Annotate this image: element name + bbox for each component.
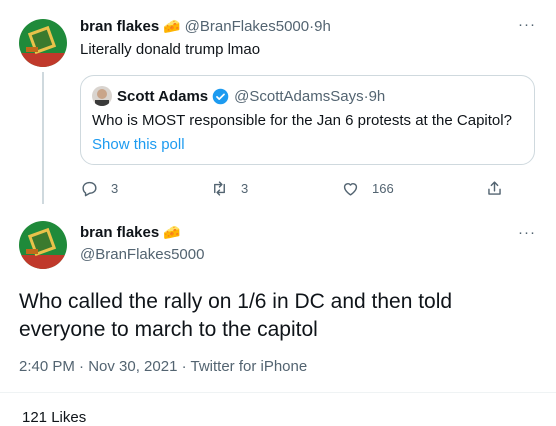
quote-avatar-image: [92, 86, 112, 106]
thread-line: [42, 72, 44, 204]
more-options-icon[interactable]: ···: [518, 16, 536, 33]
author-handle[interactable]: @BranFlakes5000: [185, 18, 309, 35]
share-button[interactable]: [485, 176, 516, 200]
more-options-icon[interactable]: ···: [518, 224, 536, 241]
tweet-time[interactable]: 9h: [314, 18, 331, 35]
quote-text: Who is MOST responsible for the Jan 6 pr…: [92, 112, 512, 129]
like-button[interactable]: 166: [341, 176, 394, 200]
verified-badge-icon: [212, 88, 229, 105]
heart-icon: [343, 182, 358, 196]
cheese-emoji-icon: 🧀: [163, 224, 181, 240]
retweet-count: 3: [241, 180, 249, 196]
avatar[interactable]: [19, 19, 67, 67]
show-poll-link[interactable]: Show this poll: [92, 136, 185, 153]
like-count: 166: [372, 180, 394, 196]
author-handle[interactable]: @BranFlakes5000: [80, 246, 204, 263]
reply-count: 3: [111, 180, 119, 196]
avatar-image: [19, 221, 67, 269]
quoted-tweet[interactable]: Scott Adams @ScottAdamsSays · 9h Who is …: [80, 75, 535, 165]
main-author-row: bran flakes 🧀: [80, 224, 181, 241]
quote-avatar[interactable]: [92, 86, 112, 106]
reply-icon: [82, 181, 97, 196]
retweet-button[interactable]: 3: [210, 176, 248, 200]
reply-button[interactable]: 3: [80, 176, 118, 200]
main-tweet-text: Who called the rally on 1/6 in DC and th…: [19, 290, 453, 341]
author-name[interactable]: bran flakes: [80, 18, 159, 35]
divider: [0, 392, 556, 393]
avatar[interactable]: [19, 221, 67, 269]
cheese-emoji-icon: 🧀: [163, 18, 181, 34]
reply-header: bran flakes 🧀 @BranFlakes5000 · 9h: [80, 18, 331, 35]
author-name[interactable]: bran flakes: [80, 224, 159, 241]
quote-header: Scott Adams @ScottAdamsSays · 9h: [92, 86, 385, 106]
likes-label: 121 Likes: [22, 409, 87, 426]
avatar-image: [19, 19, 67, 67]
quote-author-handle[interactable]: @ScottAdamsSays: [234, 88, 363, 105]
tweet-timestamp[interactable]: 2:40 PM · Nov 30, 2021 · Twitter for iPh…: [19, 358, 307, 375]
quote-author-name[interactable]: Scott Adams: [117, 88, 208, 105]
reply-text: Literally donald trump lmao: [80, 41, 261, 58]
retweet-icon: [214, 180, 225, 196]
likes-count-link[interactable]: 121 Likes: [22, 409, 86, 426]
share-icon: [488, 180, 501, 195]
quote-time[interactable]: 9h: [369, 88, 386, 105]
